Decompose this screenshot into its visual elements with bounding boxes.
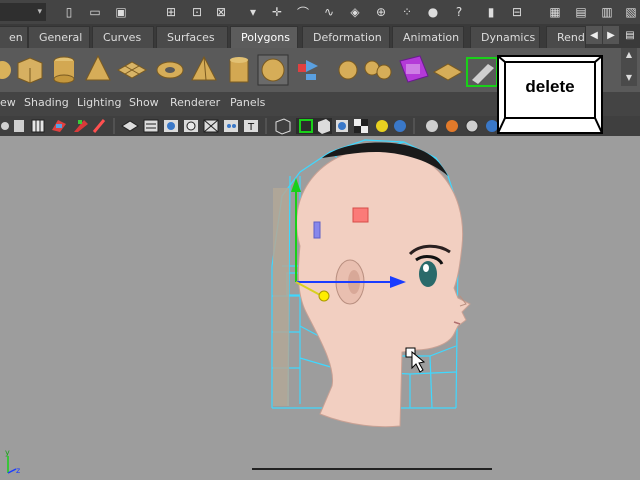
image-plane-icon — [31, 119, 45, 133]
menu-panels[interactable]: Panels — [230, 96, 265, 109]
grid-toggle-icon — [121, 120, 139, 132]
menu-lighting[interactable]: Lighting — [77, 96, 121, 109]
ipr-icon[interactable]: ▮ — [480, 2, 502, 22]
tab-polygons[interactable]: Polygons — [230, 26, 298, 48]
bookmark-icon — [14, 120, 24, 132]
menu-shading[interactable]: Shading — [24, 96, 69, 109]
chevron-down-icon[interactable]: ▾ — [242, 2, 264, 22]
pencil-icon — [92, 119, 106, 133]
menu-show[interactable]: Show — [129, 96, 159, 109]
axis-y-label: y — [5, 448, 10, 457]
new-scene-icon[interactable]: ▯ — [58, 2, 80, 22]
poly-cylinder-icon — [53, 56, 75, 84]
cursor-icon — [405, 347, 426, 373]
shelf-menu-icon[interactable]: ▤ — [622, 26, 638, 44]
xray-joints-icon — [465, 119, 479, 133]
mode-selector[interactable]: ▾ — [0, 3, 46, 21]
snap-point-icon[interactable]: ∿ — [318, 2, 340, 22]
view-axis-gizmo — [7, 456, 17, 474]
tab-rendering[interactable]: Rend — [546, 26, 586, 48]
attribute-editor-icon[interactable]: ▤ — [570, 2, 592, 22]
shadows-icon — [394, 120, 406, 132]
history-icon[interactable]: ⁘ — [396, 2, 418, 22]
separate-icon — [338, 60, 358, 80]
tab-scroll-left-icon[interactable]: ◀ — [586, 26, 602, 44]
select-by-object-icon[interactable]: ⊡ — [186, 2, 208, 22]
poly-pipe-icon — [229, 57, 249, 83]
perspective-viewport[interactable]: y z — [0, 136, 640, 480]
tab-deformation[interactable]: Deformation — [302, 26, 390, 48]
camera-attributes-icon — [1, 122, 9, 130]
resolution-gate-icon — [164, 120, 178, 132]
textured-icon — [354, 119, 368, 133]
axis-z-label: z — [16, 466, 21, 475]
menu-view[interactable]: ew — [0, 96, 16, 109]
combine-icon — [298, 60, 318, 80]
hypershade-icon[interactable]: ▦ — [544, 2, 566, 22]
menu-renderer[interactable]: Renderer — [170, 96, 220, 109]
eye-iris — [419, 261, 437, 287]
gate-mask-icon — [184, 120, 198, 132]
wireframe-on-shaded-icon — [336, 120, 348, 132]
snap-live-icon[interactable]: ⊕ — [370, 2, 392, 22]
wireframe-shading-icon — [275, 118, 291, 135]
status-line: ▾ ▯ ▭ ▣ ⊞ ⊡ ⊠ ▾ ✛ ⌒ ∿ ◈ ⊕ ⁘ ● ? ▮ ⊟ ▦ ▤ … — [0, 0, 640, 24]
select-by-hierarchy-icon[interactable]: ⊞ — [160, 2, 182, 22]
head-model — [296, 142, 471, 428]
tab-en[interactable]: en — [0, 26, 28, 48]
poly-sphere-icon — [0, 61, 11, 79]
cut-faces-icon — [466, 57, 498, 87]
film-gate-icon — [143, 119, 159, 133]
chevron-down-icon: ▾ — [37, 7, 42, 17]
shelf-scrollbar[interactable]: ▲ ▼ — [621, 48, 637, 86]
poly-cube-icon — [17, 57, 43, 84]
scroll-down-icon[interactable]: ▼ — [621, 73, 637, 82]
save-scene-icon[interactable]: ▣ — [110, 2, 132, 22]
scene-render — [7, 139, 492, 474]
smooth-icon — [399, 55, 429, 83]
extract-icon — [364, 60, 392, 80]
tab-dynamics[interactable]: Dynamics — [470, 26, 540, 48]
poly-soccer-icon — [257, 54, 289, 86]
delete-key-overlay: delete — [497, 55, 603, 134]
xray-icon — [446, 120, 458, 132]
render-icon[interactable]: ● — [422, 2, 444, 22]
shelf-tab-bar: en General Curves Surfaces Polygons Defo… — [0, 24, 640, 48]
poly-cone-icon — [85, 54, 111, 81]
use-all-lights-icon — [376, 120, 388, 132]
delete-key-label: delete — [525, 77, 575, 96]
open-scene-icon[interactable]: ▭ — [84, 2, 106, 22]
snap-grid-icon[interactable]: ✛ — [266, 2, 288, 22]
tab-surfaces[interactable]: Surfaces — [156, 26, 228, 48]
scroll-up-icon[interactable]: ▲ — [621, 50, 637, 59]
tab-general[interactable]: General — [28, 26, 90, 48]
text-icon: T — [244, 120, 258, 133]
two-d-pan-icon — [52, 120, 66, 132]
select-by-component-icon[interactable]: ⊠ — [210, 2, 232, 22]
render-settings-icon[interactable]: ⊟ — [506, 2, 528, 22]
tool-settings-icon[interactable]: ▥ — [596, 2, 618, 22]
tab-scroll-right-icon[interactable]: ▶ — [603, 26, 619, 44]
snap-view-icon[interactable]: ◈ — [344, 2, 366, 22]
eye-highlight — [423, 264, 429, 272]
snap-curve-icon[interactable]: ⌒ — [292, 2, 314, 22]
tab-curves[interactable]: Curves — [92, 26, 154, 48]
poly-torus-icon — [156, 61, 184, 79]
isolate-select-icon — [426, 120, 438, 132]
channel-box-icon[interactable]: ▧ — [620, 2, 640, 22]
tab-animation[interactable]: Animation — [392, 26, 464, 48]
grease-pencil-icon — [74, 120, 88, 132]
field-chart-icon — [224, 120, 238, 132]
smooth-shade-icon — [296, 118, 332, 134]
hair-back-strip — [273, 188, 289, 406]
poly-pyramid-icon — [191, 55, 217, 81]
help-icon[interactable]: ? — [448, 2, 470, 22]
svg-text:T: T — [247, 122, 255, 133]
poly-plane-icon — [116, 61, 148, 79]
extrude-icon — [432, 63, 464, 81]
wireframe-icon — [203, 119, 219, 133]
